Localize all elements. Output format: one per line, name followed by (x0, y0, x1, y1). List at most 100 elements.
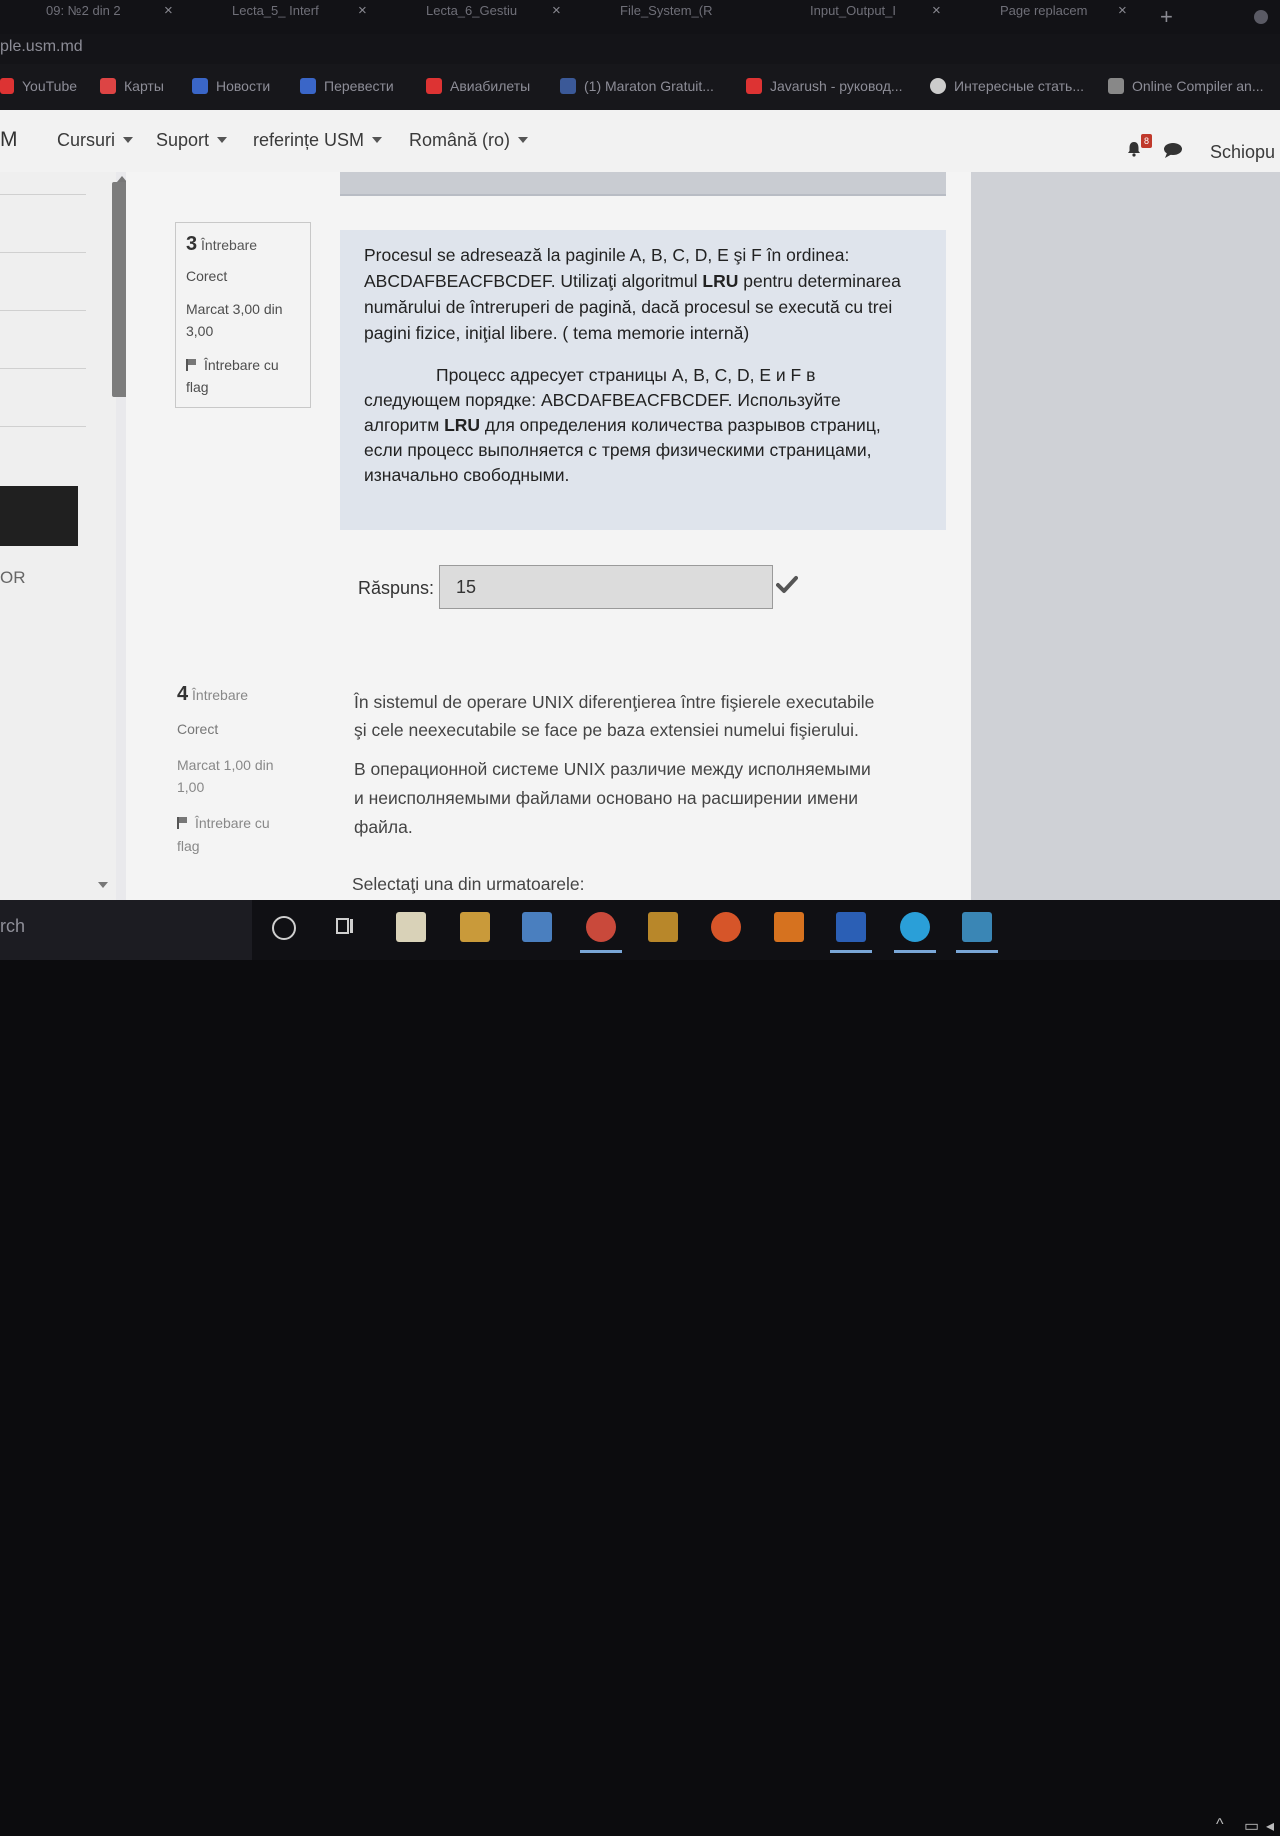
bookmark-label: Перевести (324, 78, 394, 94)
volume-icon[interactable]: ◂ (1266, 1816, 1274, 1836)
flag-icon (186, 359, 198, 371)
sidebar-row[interactable] (0, 252, 86, 309)
bookmark-javarush[interactable]: Javarush - руковод... (746, 78, 903, 94)
new-tab-icon[interactable]: + (1160, 6, 1173, 28)
close-tab-icon[interactable]: × (358, 0, 367, 22)
browser-tab[interactable]: Page replacem × (1000, 0, 1127, 30)
question-mark-line1: Marcat 1,00 din (177, 757, 274, 773)
previous-question-bottom (340, 172, 946, 196)
bookmark-translate[interactable]: Перевести (300, 78, 394, 94)
facebook-icon (560, 78, 576, 94)
windows-taskbar: rch ^ ▭ ◂ (0, 900, 1280, 1835)
sidebar-row[interactable] (0, 368, 86, 425)
nav-referinte-usm[interactable]: referințe USM (253, 130, 383, 151)
store-icon[interactable] (522, 912, 552, 942)
youtube-icon (0, 78, 14, 94)
question-text-line: Procesul se adresează la paginile A, B, … (364, 245, 850, 265)
translate-icon (300, 78, 316, 94)
file-explorer-icon[interactable] (460, 912, 490, 942)
flag-icon (177, 817, 189, 829)
bookmark-label: Интересные стать... (954, 78, 1084, 94)
globe-icon (930, 78, 946, 94)
bookmark-label: Авиабилеты (450, 78, 531, 94)
chevron-up-icon[interactable]: ^ (1216, 1816, 1224, 1834)
bookmark-facebook[interactable]: (1) Maraton Gratuit... (560, 78, 714, 94)
question-text-line: если процесс выполняется с тремя физичес… (364, 440, 872, 460)
messages-icon[interactable] (1163, 142, 1183, 158)
question-text-line: ABCDAFBEACFBCDEF. Utilizaţi algoritmul L… (364, 271, 901, 291)
word-icon[interactable] (830, 912, 872, 953)
question-label: Întrebare (201, 237, 258, 253)
tab-menu-icon[interactable] (1254, 10, 1268, 24)
nav-language[interactable]: Română (ro) (409, 130, 529, 151)
question-prompt: Selectaţi una din urmatoarele: (352, 874, 585, 894)
flag-label-line2[interactable]: flag (186, 379, 209, 395)
bookmark-label: (1) Maraton Gratuit... (584, 78, 714, 94)
question-status: Corect (186, 268, 228, 284)
close-tab-icon[interactable]: × (164, 0, 173, 22)
browser-tab[interactable]: Lecta_6_Gestiu × (426, 0, 561, 30)
close-tab-icon[interactable]: × (1118, 0, 1127, 22)
lru-keyword: LRU (702, 271, 739, 291)
winrar-icon[interactable] (648, 912, 678, 942)
question-text-line: pagini fizice, iniţial libere. ( tema me… (364, 323, 750, 343)
taskbar-search[interactable]: rch (0, 900, 252, 960)
nav-label: referințe USM (253, 130, 365, 150)
plane-icon (426, 78, 442, 94)
question-3-info: 3 Întrebare Corect Marcat 3,00 din 3,00 … (175, 222, 311, 408)
bookmark-articles[interactable]: Интересные стать... (930, 78, 1084, 94)
task-view-icon[interactable] (335, 916, 355, 936)
sidebar-dark-block[interactable] (0, 486, 78, 546)
close-tab-icon[interactable]: × (932, 0, 941, 22)
correct-check-icon (776, 576, 798, 593)
cortana-icon[interactable] (272, 916, 296, 940)
notifications-bell-icon[interactable] (1126, 141, 1142, 157)
chrome-icon[interactable] (580, 912, 622, 953)
chevron-down-icon (372, 137, 383, 143)
browser-tab[interactable]: Input_Output_I × (810, 0, 941, 30)
question-mark-line2: 3,00 (186, 323, 214, 339)
url-text: ple.usm.md (0, 38, 83, 55)
sublime-icon[interactable] (774, 912, 804, 942)
question-text-line: изначально свободными. (364, 465, 570, 485)
bookmarks-bar: YouTube Карты Новости Перевести Авиабиле… (0, 64, 1280, 110)
question-text-line: Процесс адресует страницы A, B, C, D, E … (436, 365, 816, 385)
nav-label: Cursuri (57, 130, 116, 150)
sidebar-row[interactable] (0, 310, 86, 367)
question-text-line: алгоритм LRU для определения количества … (364, 415, 881, 435)
site-brand[interactable]: M (0, 128, 18, 152)
address-bar[interactable]: ple.usm.md (0, 34, 1280, 64)
sidebar-row[interactable] (0, 426, 86, 483)
nav-suport[interactable]: Suport (156, 130, 228, 151)
flag-label-line1: Întrebare cu (204, 357, 279, 373)
lru-keyword: LRU (444, 415, 481, 435)
flag-label-line2[interactable]: flag (177, 838, 200, 854)
scroll-down-icon[interactable] (98, 882, 108, 888)
bookmark-youtube[interactable]: YouTube (0, 78, 77, 94)
skype-icon[interactable] (894, 912, 936, 953)
answer-input[interactable] (439, 565, 773, 609)
nav-label: Română (ro) (409, 130, 511, 150)
ubuntu-icon[interactable] (711, 912, 741, 942)
browser-tab[interactable]: Lecta_5_ Interf × (232, 0, 367, 30)
sidebar-row[interactable] (0, 194, 86, 251)
question-mark-line2: 1,00 (177, 779, 205, 795)
network-icon[interactable]: ▭ (1244, 1816, 1259, 1836)
question-4-info: 4 Întrebare Corect Marcat 1,00 din 1,00 … (166, 674, 318, 866)
notepad-icon[interactable] (396, 912, 426, 942)
flag-question-link[interactable]: Întrebare cu (177, 815, 270, 831)
bookmark-flights[interactable]: Авиабилеты (426, 78, 530, 94)
nav-cursuri[interactable]: Cursuri (57, 130, 134, 151)
bookmark-online-compiler[interactable]: Online Compiler an... (1108, 78, 1264, 94)
browser-tab[interactable]: 09: №2 din 2 × (46, 0, 173, 30)
flag-question-link[interactable]: Întrebare cu (186, 357, 279, 373)
bookmark-maps[interactable]: Карты (100, 78, 164, 94)
ide-icon (1108, 78, 1124, 94)
close-tab-icon[interactable]: × (552, 0, 561, 22)
user-menu[interactable]: Schiopu (1210, 142, 1275, 163)
question-text-line: În sistemul de operare UNIX diferenţiere… (354, 692, 875, 712)
photos-icon[interactable] (956, 912, 998, 953)
question-text-line: numărului de întreruperi de pagină, dacă… (364, 297, 893, 317)
browser-tab[interactable]: File_System_(R (620, 0, 712, 30)
bookmark-news[interactable]: Новости (192, 78, 270, 94)
